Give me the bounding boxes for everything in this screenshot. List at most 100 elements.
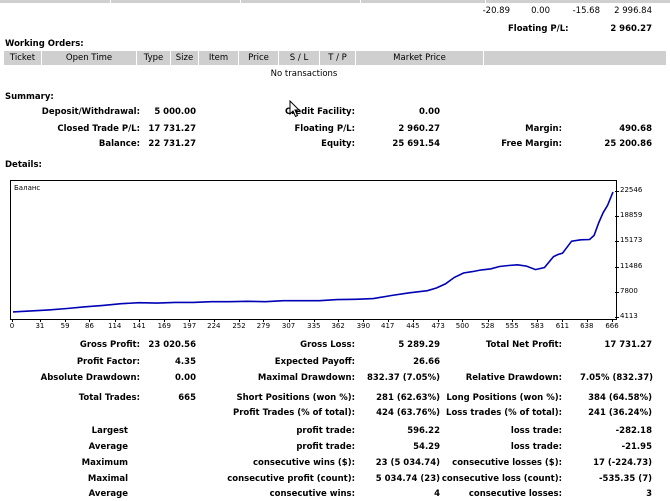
avg-consecutive-wins-value: 4: [434, 489, 440, 499]
col-sl[interactable]: S / L: [279, 51, 320, 65]
x-tick-label: 528: [480, 322, 495, 330]
total-net-label: Total Net Profit:: [485, 340, 562, 350]
largest-loss-value: -282.18: [615, 426, 652, 436]
x-tick-label: 169: [157, 322, 171, 330]
y-tick-mark: [615, 191, 619, 192]
x-tick-label: 335: [307, 322, 321, 330]
no-transactions-text: No transactions: [270, 69, 338, 79]
floating-pl-value-top: 2 960.27: [610, 24, 652, 34]
total-net-value: 17 731.27: [604, 340, 652, 350]
y-tick-label: 15173: [620, 236, 643, 245]
profit-trades-label: Profit Trades (% of total):: [232, 408, 355, 418]
largest-loss-label: loss trade:: [510, 426, 562, 436]
balance-line: [12, 191, 614, 313]
profit-trades-value: 424 (63.76%): [376, 408, 440, 418]
avg-consecutive-losses-label: consecutive losses:: [468, 489, 562, 499]
x-tick-label: 638: [580, 322, 594, 330]
col-item[interactable]: Item: [199, 51, 239, 65]
balance-chart: Баланс: [10, 180, 617, 320]
average-loss-label: loss trade:: [510, 442, 562, 452]
x-tick-label: 666: [605, 322, 619, 330]
x-tick-label: 583: [530, 322, 544, 330]
maximum-label: Maximum: [81, 458, 128, 468]
col-price[interactable]: Price: [239, 51, 279, 65]
largest-profit-label: profit trade:: [296, 426, 355, 436]
average-profit-label: profit trade:: [296, 442, 355, 452]
floating-pl-label-top: Floating P/L:: [508, 24, 569, 34]
consecutive-profit-label: consecutive profit (count):: [227, 474, 355, 484]
y-tick-mark: [615, 291, 619, 293]
equity-value: 25 691.54: [392, 139, 440, 149]
col-open-time[interactable]: Open Time: [42, 51, 137, 65]
consecutive-profit-value: 5 034.74 (23): [375, 474, 440, 484]
y-tick-mark: [615, 317, 619, 318]
closed-pl-value: 17 731.27: [148, 124, 196, 134]
y-tick-mark: [615, 216, 619, 218]
long-positions-label: Long Positions (won %):: [446, 393, 562, 403]
top-table-strip: [0, 0, 670, 3]
col-size[interactable]: Size: [171, 51, 199, 65]
relative-drawdown-label: Relative Drawdown:: [465, 373, 562, 383]
average-label: Average: [88, 442, 128, 452]
x-tick-label: 279: [256, 322, 271, 330]
profit-factor-value: 4.35: [175, 357, 196, 367]
col-ticket[interactable]: Ticket: [4, 51, 42, 65]
absolute-drawdown-label: Absolute Drawdown:: [40, 373, 140, 383]
x-tick-label: 500: [455, 322, 470, 330]
x-tick-label: 307: [281, 322, 296, 330]
x-tick-label: 31: [35, 322, 45, 330]
balance-label: Balance:: [98, 139, 140, 149]
y-tick-label: 4113: [620, 312, 638, 320]
y-tick-mark: [615, 241, 619, 243]
orders-table-header: Ticket Open Time Type Size Item Price S …: [4, 51, 666, 65]
short-positions-value: 281 (62.63%): [376, 393, 440, 403]
largest-label: Largest: [91, 426, 128, 436]
y-tick-label: 22546: [620, 186, 643, 194]
chart-plot: [12, 191, 614, 313]
margin-label: Margin:: [525, 124, 562, 134]
credit-label: Credit Facility:: [284, 107, 355, 117]
y-tick-label: 11486: [620, 261, 643, 270]
profit-factor-label: Profit Factor:: [76, 357, 140, 367]
avg-consecutive-wins-label: consecutive wins:: [269, 489, 355, 499]
x-tick-label: 197: [182, 322, 197, 330]
top-value-1: -20.89: [482, 6, 510, 16]
gross-profit-value: 23 020.56: [148, 340, 196, 350]
x-tick-label: 59: [60, 322, 70, 330]
total-trades-label: Total Trades:: [78, 393, 140, 403]
largest-profit-value: 596.22: [407, 426, 440, 436]
details-title: Details:: [5, 160, 42, 170]
maximal-label: Maximal: [87, 474, 128, 484]
consecutive-loss-label: consecutive loss (count):: [441, 474, 562, 484]
absolute-drawdown-value: 0.00: [175, 373, 196, 383]
top-value-4: 2 996.84: [614, 6, 652, 16]
floating-pl-value: 2 960.27: [398, 124, 440, 134]
short-positions-label: Short Positions (won %):: [236, 393, 355, 403]
maximal-drawdown-label: Maximal Drawdown:: [257, 373, 355, 383]
x-tick-label: 417: [380, 322, 395, 330]
average-loss-value: -21.95: [621, 442, 652, 452]
floating-pl-label: Floating P/L:: [294, 124, 355, 134]
x-tick-label: 141: [132, 322, 146, 330]
closed-pl-label: Closed Trade P/L:: [57, 124, 140, 134]
y-tick-mark: [615, 266, 619, 268]
average-consecutive-label: Average: [88, 489, 128, 499]
top-value-3: -15.68: [572, 6, 600, 16]
consecutive-loss-value: -535.35 (7): [599, 474, 652, 484]
col-type[interactable]: Type: [137, 51, 171, 65]
x-tick-label: 555: [505, 322, 519, 330]
x-tick-label: 224: [207, 322, 221, 330]
expected-payoff-value: 26.66: [413, 357, 440, 367]
summary-title: Summary:: [5, 92, 54, 102]
x-tick-label: 252: [232, 322, 246, 330]
deposit-label: Deposit/Withdrawal:: [41, 107, 140, 117]
col-tp[interactable]: T / P: [320, 51, 356, 65]
gross-loss-value: 5 289.29: [398, 340, 440, 350]
x-tick-label: 390: [356, 322, 371, 330]
long-positions-value: 384 (64.58%): [588, 393, 652, 403]
free-margin-label: Free Margin:: [501, 139, 562, 149]
credit-value: 0.00: [419, 107, 440, 117]
col-market-price[interactable]: Market Price: [356, 51, 484, 65]
avg-consecutive-losses-value: 3: [646, 489, 652, 499]
mouse-cursor-icon: [289, 100, 301, 118]
